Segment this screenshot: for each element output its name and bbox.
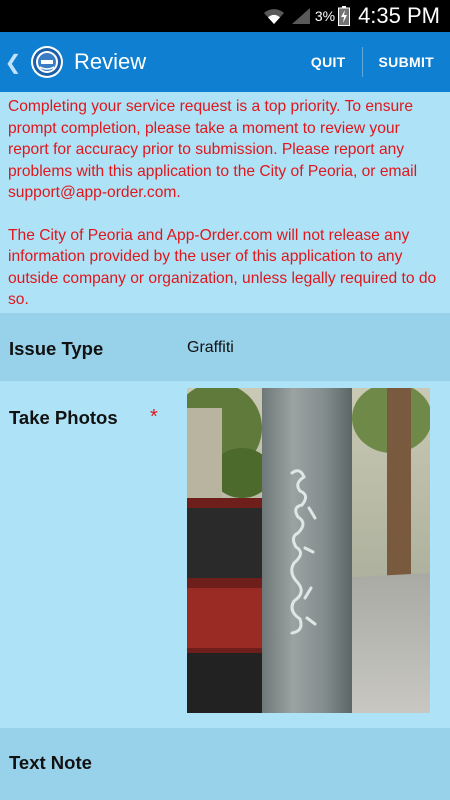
submit-button[interactable]: SUBMIT (363, 32, 450, 92)
text-note-label: Text Note (9, 752, 92, 773)
action-bar: ❮ Review QUIT SUBMIT (0, 32, 450, 92)
review-notice: Completing your service request is a top… (8, 96, 444, 311)
take-photos-row: Take Photos * (0, 381, 450, 728)
wifi-icon (263, 9, 284, 24)
battery-charging-icon (338, 6, 351, 26)
required-asterisk: * (150, 406, 158, 428)
status-bar: 3% 4:35 PM (0, 0, 450, 32)
notice-paragraph-privacy: The City of Peoria and App-Order.com wil… (8, 226, 437, 309)
signal-icon (291, 8, 310, 24)
city-seal-logo[interactable] (30, 45, 64, 79)
notice-paragraph-accuracy: Completing your service request is a top… (8, 98, 418, 201)
issue-type-row[interactable]: Issue Type Graffiti (0, 313, 450, 381)
graffiti-photo[interactable] (187, 388, 430, 713)
issue-type-label: Issue Type (9, 338, 104, 359)
text-note-row[interactable]: Text Note (0, 728, 450, 800)
issue-type-value: Graffiti (187, 339, 234, 356)
take-photos-label: Take Photos (9, 407, 118, 428)
battery-percent: 3% (314, 8, 336, 24)
quit-button[interactable]: QUIT (295, 32, 362, 92)
page-title: Review (74, 49, 147, 74)
back-chevron-icon[interactable]: ❮ (4, 50, 22, 75)
clock: 4:35 PM (358, 3, 440, 28)
